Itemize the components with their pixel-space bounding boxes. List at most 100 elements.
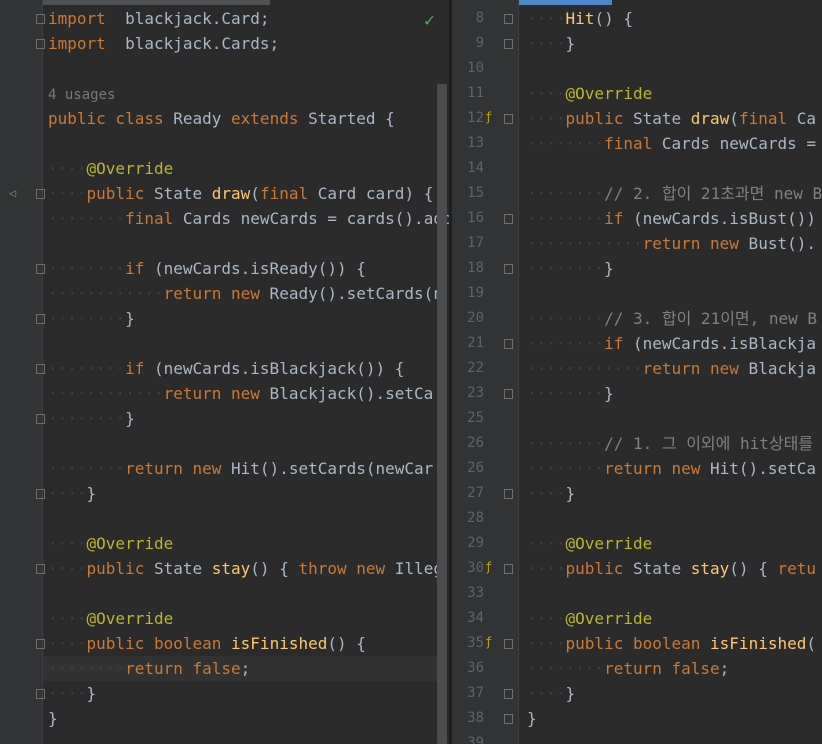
- code-line[interactable]: ········if (newCards.isReady()) {: [48, 256, 449, 281]
- code-line[interactable]: ········if (newCards.isBlackja: [527, 331, 822, 356]
- fold-marker-icon[interactable]: [504, 339, 513, 349]
- code-line[interactable]: ············return new Bust().: [527, 231, 822, 256]
- code-line[interactable]: [48, 431, 449, 456]
- fold-marker-icon[interactable]: [504, 639, 513, 649]
- code-line[interactable]: ········final Cards newCards = cards().a…: [48, 206, 449, 231]
- fold-marker-icon[interactable]: [36, 414, 45, 424]
- right-code-area[interactable]: ····Hit() {····} ····@Override ····public …: [527, 6, 822, 744]
- code-line[interactable]: [48, 506, 449, 531]
- usages-hint[interactable]: 4 usages: [48, 87, 115, 103]
- code-line[interactable]: import blackjack.Cards;: [48, 31, 449, 56]
- fold-marker-icon[interactable]: [36, 564, 45, 574]
- fold-marker-icon[interactable]: [504, 564, 513, 574]
- code-line[interactable]: [48, 56, 449, 81]
- code-line[interactable]: [527, 156, 822, 181]
- code-line[interactable]: [48, 331, 449, 356]
- code-token: ;: [719, 659, 730, 678]
- fold-marker-icon[interactable]: [504, 714, 513, 724]
- fold-marker-icon[interactable]: [504, 689, 513, 699]
- code-line[interactable]: ····@Override: [527, 531, 822, 556]
- fold-marker-icon[interactable]: [504, 489, 513, 499]
- no-problems-check-icon[interactable]: ✓: [424, 10, 435, 31]
- code-line[interactable]: ········}: [527, 381, 822, 406]
- code-line[interactable]: ····public State stay() { throw new Ille…: [48, 556, 449, 581]
- code-line[interactable]: ····}: [48, 481, 449, 506]
- code-line[interactable]: ····Hit() {: [527, 6, 822, 31]
- code-line[interactable]: [527, 56, 822, 81]
- code-line[interactable]: ····}: [527, 31, 822, 56]
- code-line[interactable]: ····public boolean isFinished() {: [48, 631, 449, 656]
- left-scrollbar[interactable]: [437, 84, 447, 744]
- fold-marker-icon[interactable]: [36, 264, 45, 274]
- fold-marker-icon[interactable]: [504, 214, 513, 224]
- fold-marker-icon[interactable]: [36, 489, 45, 499]
- code-line[interactable]: ····@Override: [527, 606, 822, 631]
- code-line[interactable]: import blackjack.Card;: [48, 6, 449, 31]
- left-code-area[interactable]: import blackjack.Card; import blackjack.C…: [48, 6, 449, 731]
- code-line[interactable]: ············return new Blackjack().setCa: [48, 381, 449, 406]
- code-line[interactable]: ········if (newCards.isBust()): [527, 206, 822, 231]
- code-line[interactable]: [527, 731, 822, 744]
- code-line[interactable]: ····@Override: [48, 606, 449, 631]
- indent-whitespace: ····: [48, 159, 87, 178]
- code-line[interactable]: ····public State draw(final Card card) {: [48, 181, 449, 206]
- line-number: 15: [467, 185, 484, 201]
- code-line[interactable]: ········// 3. 합이 21이면, new B: [527, 306, 822, 331]
- code-line[interactable]: ········}: [48, 306, 449, 331]
- code-line[interactable]: ····}: [48, 681, 449, 706]
- code-line[interactable]: [48, 131, 449, 156]
- right-editor-pane[interactable]: ····Hit() {····} ····@Override ····public …: [452, 0, 822, 744]
- code-line[interactable]: ········}: [48, 406, 449, 431]
- code-line[interactable]: ····@Override: [48, 531, 449, 556]
- code-line[interactable]: }: [527, 706, 822, 731]
- code-line[interactable]: ············return new Blackja: [527, 356, 822, 381]
- code-line[interactable]: [527, 281, 822, 306]
- code-line[interactable]: ····public State draw(final Ca: [527, 106, 822, 131]
- fold-marker-icon[interactable]: [36, 364, 45, 374]
- fold-marker-icon[interactable]: [36, 689, 45, 699]
- fold-marker-icon[interactable]: [36, 189, 45, 199]
- override-method-icon[interactable]: ƒ: [485, 110, 492, 124]
- code-line[interactable]: }: [48, 706, 449, 731]
- code-line[interactable]: ········return new Hit().setCards(newCar: [48, 456, 449, 481]
- fold-marker-icon[interactable]: [36, 314, 45, 324]
- fold-marker-icon[interactable]: [504, 14, 513, 24]
- fold-marker-icon[interactable]: [36, 639, 45, 649]
- code-line[interactable]: ····}: [527, 681, 822, 706]
- code-line[interactable]: ········// 1. 그 이외에 hit상태를: [527, 431, 822, 456]
- fold-marker-icon[interactable]: [36, 39, 45, 49]
- fold-marker-icon[interactable]: [504, 114, 513, 124]
- indent-whitespace: ········: [48, 659, 126, 678]
- code-line[interactable]: ········// 2. 합이 21초과면 new B: [527, 181, 822, 206]
- code-token: public: [86, 559, 145, 578]
- code-line[interactable]: ········final Cards newCards =: [527, 131, 822, 156]
- left-editor-pane[interactable]: import blackjack.Card; import blackjack.C…: [0, 0, 449, 744]
- fold-marker-icon[interactable]: [504, 39, 513, 49]
- code-line[interactable]: [527, 581, 822, 606]
- code-line[interactable]: ········return false;: [48, 656, 449, 681]
- indent-whitespace: ····: [48, 559, 87, 578]
- implements-method-icon[interactable]: ◁: [9, 186, 16, 200]
- code-line[interactable]: [527, 506, 822, 531]
- code-line[interactable]: ····@Override: [527, 81, 822, 106]
- code-line[interactable]: ····@Override: [48, 156, 449, 181]
- code-line[interactable]: public class Ready extends Started {: [48, 106, 449, 131]
- code-line[interactable]: ········return new Hit().setCa: [527, 456, 822, 481]
- code-line[interactable]: ········return false;: [527, 656, 822, 681]
- line-number: 18: [467, 260, 484, 276]
- code-line[interactable]: ············return new Ready().setCards(…: [48, 281, 449, 306]
- code-line[interactable]: [48, 581, 449, 606]
- code-line[interactable]: [527, 406, 822, 431]
- code-line[interactable]: ····public boolean isFinished(: [527, 631, 822, 656]
- code-line[interactable]: ········}: [527, 256, 822, 281]
- override-method-icon[interactable]: ƒ: [485, 635, 492, 649]
- code-line[interactable]: ····}: [527, 481, 822, 506]
- code-line[interactable]: ········if (newCards.isBlackjack()) {: [48, 356, 449, 381]
- fold-marker-icon[interactable]: [36, 14, 45, 24]
- override-method-icon[interactable]: ƒ: [485, 560, 492, 574]
- code-line[interactable]: 4 usages: [48, 81, 449, 106]
- code-line[interactable]: [48, 231, 449, 256]
- fold-marker-icon[interactable]: [504, 389, 513, 399]
- fold-marker-icon[interactable]: [504, 264, 513, 274]
- code-line[interactable]: ····public State stay() { retu: [527, 556, 822, 581]
